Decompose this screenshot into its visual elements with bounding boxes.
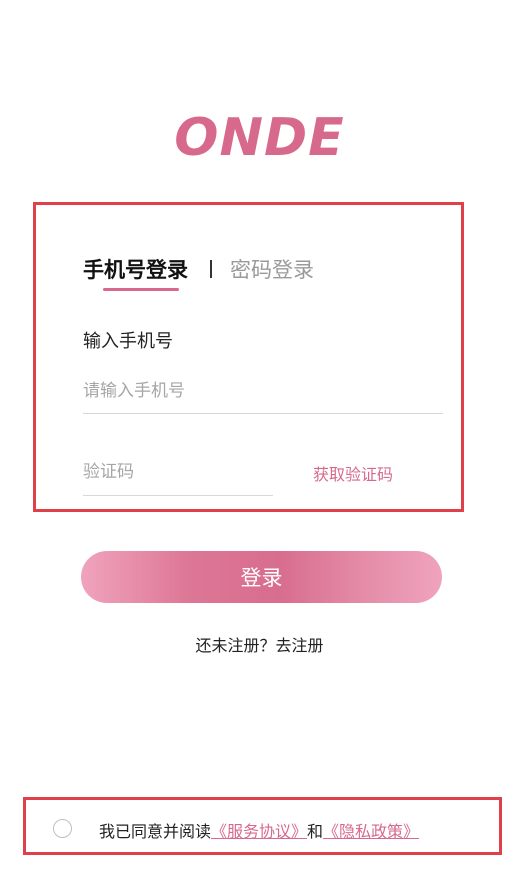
tab-phone-login-label: 手机号登录 xyxy=(83,258,188,282)
privacy-policy-link[interactable]: 《隐私政策》 xyxy=(323,822,419,841)
tab-phone-login[interactable]: 手机号登录 xyxy=(83,254,188,291)
tab-password-login[interactable]: 密码登录 xyxy=(230,254,314,284)
app-logo: ONDE xyxy=(174,108,345,168)
phone-input[interactable] xyxy=(83,369,443,414)
agreement-section: 我已同意并阅读《服务协议》和《隐私政策》 xyxy=(23,797,502,855)
agreement-conjunction: 和 xyxy=(307,822,324,841)
register-prompt: 还未注册？去注册 xyxy=(0,632,519,656)
service-agreement-link[interactable]: 《服务协议》 xyxy=(211,822,307,841)
agreement-prefix: 我已同意并阅读 xyxy=(99,822,212,841)
agreement-text: 我已同意并阅读《服务协议》和《隐私政策》 xyxy=(99,818,419,842)
tab-divider xyxy=(210,260,212,278)
active-tab-indicator xyxy=(103,288,179,291)
phone-label: 输入手机号 xyxy=(83,331,173,352)
agree-radio[interactable] xyxy=(53,819,72,838)
register-link[interactable]: 还未注册？去注册 xyxy=(195,636,323,655)
get-code-button[interactable]: 获取验证码 xyxy=(313,461,393,485)
login-form: 手机号登录 密码登录 输入手机号 获取验证码 xyxy=(33,202,464,512)
verification-code-input[interactable] xyxy=(83,449,273,496)
login-button[interactable]: 登录 xyxy=(81,551,442,603)
login-tabs: 手机号登录 密码登录 xyxy=(83,249,314,291)
